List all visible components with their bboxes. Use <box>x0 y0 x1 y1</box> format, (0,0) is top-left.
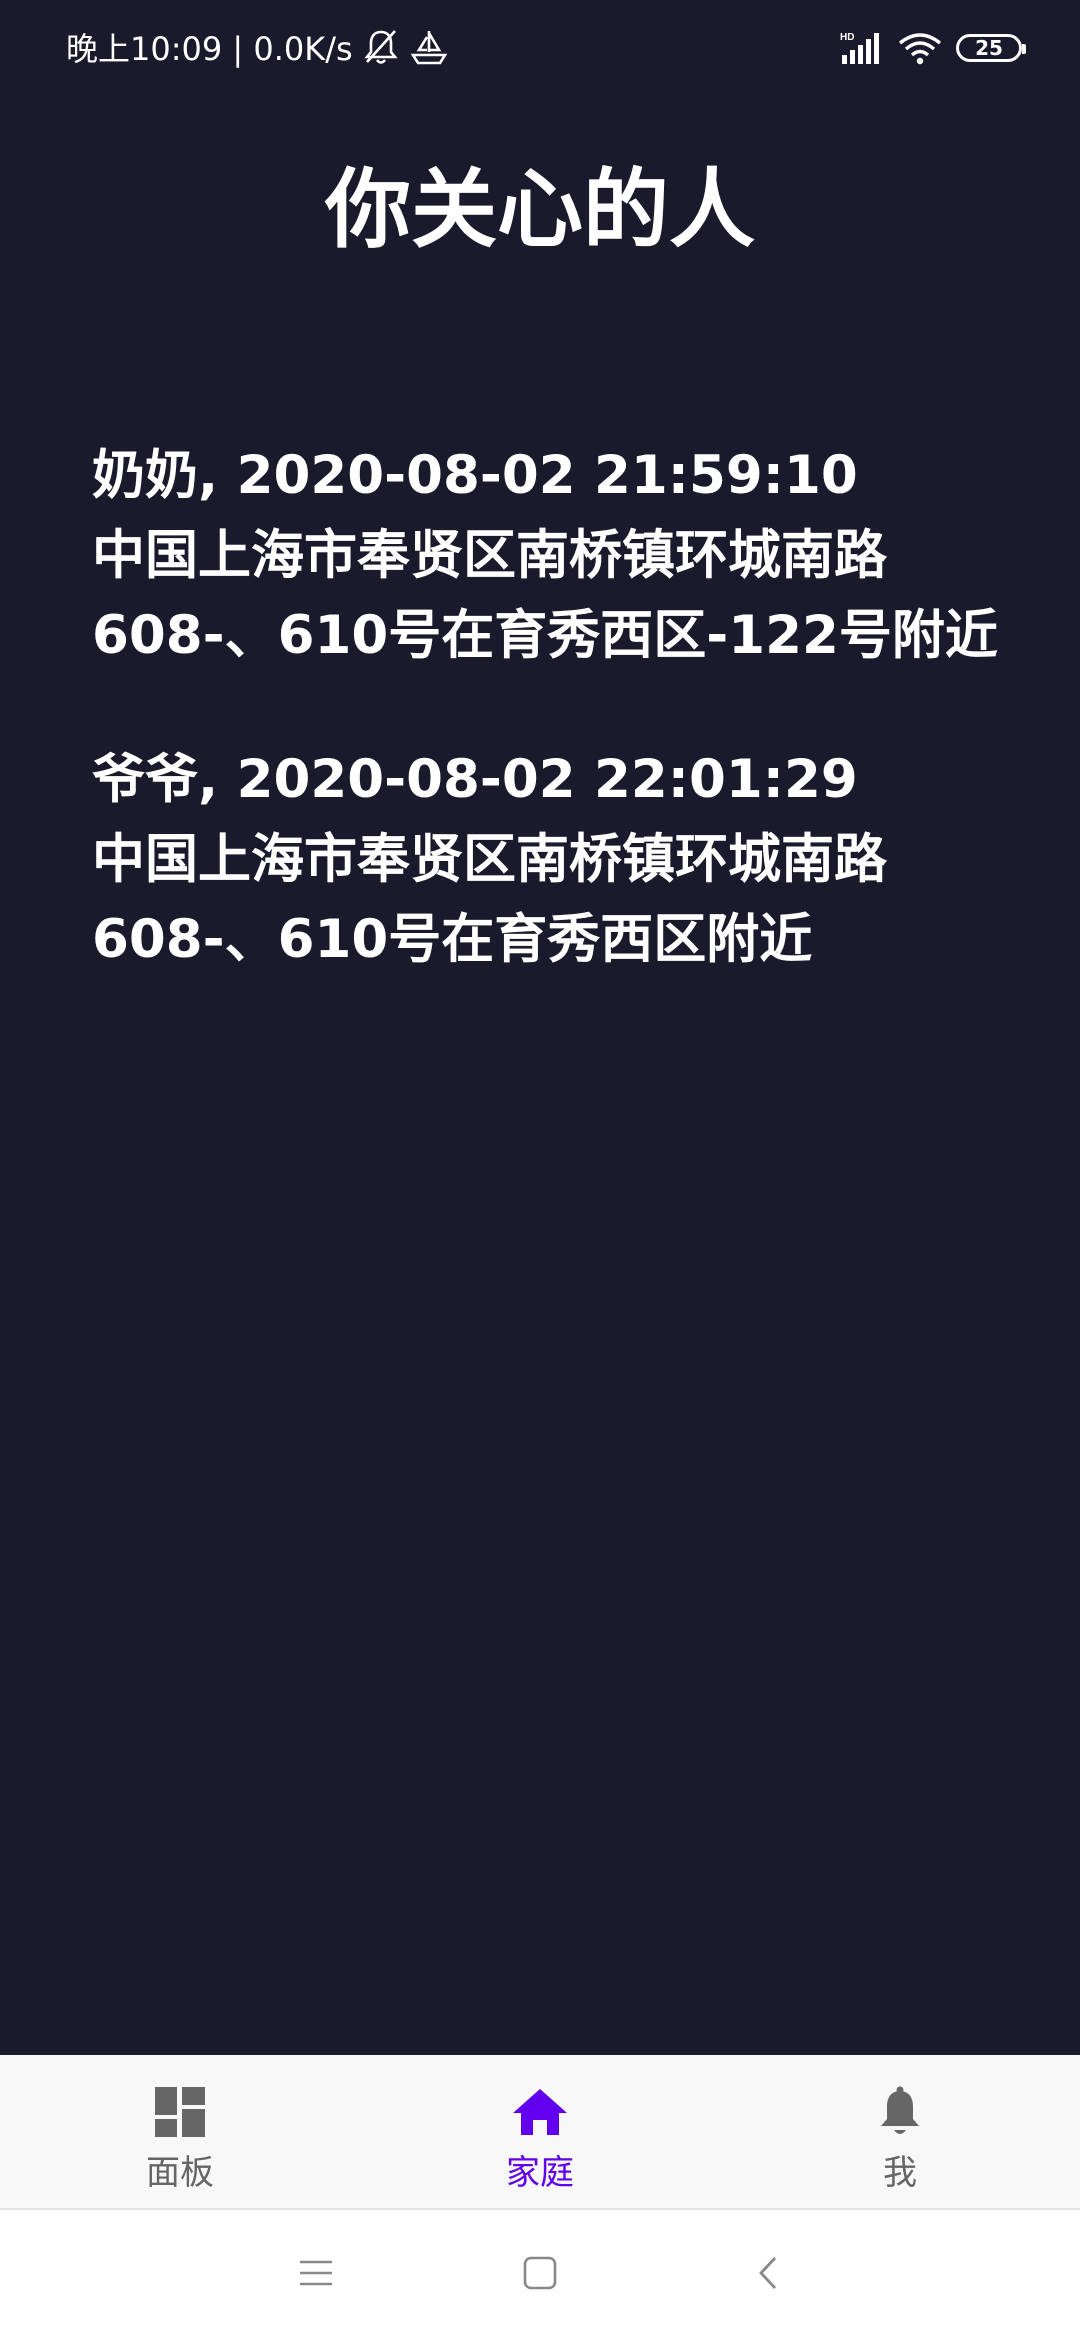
nav-item-family[interactable]: 家庭 <box>360 2055 720 2208</box>
dashboard-icon <box>154 2083 206 2141</box>
status-bar: 晚上10:09 | 0.0K/s HD 25 <box>0 0 1080 96</box>
bell-muted-icon <box>363 28 399 66</box>
location-record-list: 奶奶, 2020-08-02 21:59:10 中国上海市奉贤区南桥镇环城南路 … <box>92 436 1052 1044</box>
menu-icon <box>299 2258 333 2292</box>
location-record: 爷爷, 2020-08-02 22:01:29 中国上海市奉贤区南桥镇环城南路 … <box>92 740 1052 980</box>
bell-icon <box>876 2083 924 2141</box>
home-icon <box>511 2083 569 2141</box>
battery-level: 25 <box>975 36 1003 60</box>
nav-label: 面板 <box>146 2153 214 2193</box>
recent-apps-button[interactable] <box>256 2210 376 2340</box>
signal-icon: HD <box>840 31 884 65</box>
nav-item-dashboard[interactable]: 面板 <box>0 2055 360 2208</box>
back-button[interactable] <box>708 2210 828 2340</box>
nav-label: 我 <box>883 2153 917 2193</box>
battery-indicator: 25 <box>956 34 1026 62</box>
status-right: HD 25 <box>826 24 1026 72</box>
record-name-time: 奶奶, 2020-08-02 21:59:10 <box>92 445 858 506</box>
bottom-navigation: 面板 家庭 我 <box>0 2055 1080 2208</box>
status-left: 晚上10:09 | 0.0K/s <box>66 22 449 72</box>
app-screen: 晚上10:09 | 0.0K/s HD 25 你关心的人 奶奶, 2020-08… <box>0 0 1080 2055</box>
signal-label: HD <box>840 32 854 43</box>
boat-icon <box>409 28 449 66</box>
record-address-line: 608-、610号在育秀西区附近 <box>92 909 813 970</box>
page-title: 你关心的人 <box>325 160 755 260</box>
home-square-icon <box>523 2256 557 2294</box>
record-name-time: 爷爷, 2020-08-02 22:01:29 <box>92 749 858 810</box>
system-navigation-bar <box>0 2210 1080 2340</box>
record-address-line: 608-、610号在育秀西区-122号附近 <box>92 605 998 666</box>
location-record: 奶奶, 2020-08-02 21:59:10 中国上海市奉贤区南桥镇环城南路 … <box>92 436 1052 676</box>
home-button[interactable] <box>480 2210 600 2340</box>
nav-item-me[interactable]: 我 <box>720 2055 1080 2208</box>
back-chevron-icon <box>756 2255 780 2295</box>
record-address-line: 中国上海市奉贤区南桥镇环城南路 <box>92 525 887 586</box>
nav-label: 家庭 <box>506 2153 574 2193</box>
status-time-speed: 晚上10:09 | 0.0K/s <box>66 30 353 68</box>
record-address-line: 中国上海市奉贤区南桥镇环城南路 <box>92 829 887 890</box>
wifi-icon <box>898 31 942 65</box>
